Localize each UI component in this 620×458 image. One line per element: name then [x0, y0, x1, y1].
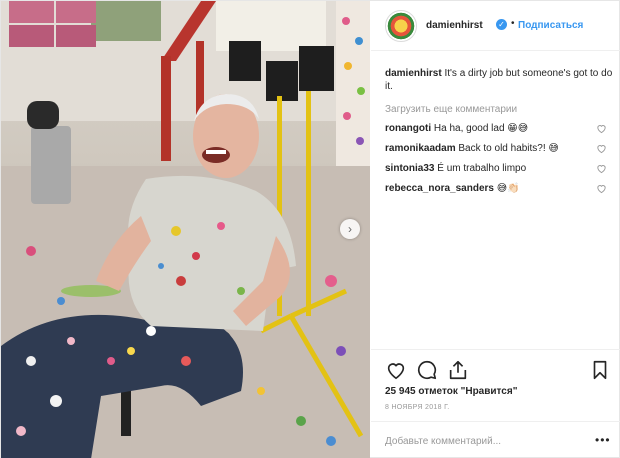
post-sidebar: damienhirst ✓ • Подписаться damienhirst …: [371, 1, 620, 458]
comment-row: sintonia33 É um trabalho limpo: [385, 163, 615, 175]
post-photo[interactable]: ›: [1, 1, 370, 458]
header-separator: •: [511, 18, 515, 29]
heart-icon[interactable]: [596, 143, 607, 154]
comments-list: damienhirst It's a dirty job but someone…: [385, 67, 615, 195]
next-photo-button[interactable]: ›: [340, 219, 360, 239]
add-comment-bar: Добавьте комментарий... •••: [371, 421, 620, 458]
verified-badge-icon: ✓: [496, 19, 507, 30]
header-username[interactable]: damienhirst: [426, 20, 483, 31]
share-icon[interactable]: [447, 359, 469, 381]
actions-bar: [371, 349, 620, 389]
comment-username[interactable]: ronangoti: [385, 123, 431, 134]
caption-username[interactable]: damienhirst: [385, 68, 442, 79]
heart-icon[interactable]: [385, 359, 407, 381]
comment-row: ramonikaadam Back to old habits?! 😅: [385, 143, 615, 155]
comment-icon[interactable]: [416, 359, 438, 381]
comment-text: Back to old habits?! 😅: [458, 143, 559, 154]
comment-username[interactable]: rebecca_nora_sanders: [385, 183, 494, 194]
post-header: damienhirst ✓ • Подписаться: [371, 1, 620, 51]
post-date[interactable]: 8 НОЯБРЯ 2018 Г.: [385, 404, 450, 411]
heart-icon[interactable]: [596, 183, 607, 194]
post-caption: damienhirst It's a dirty job but someone…: [385, 67, 615, 93]
comment-row: rebecca_nora_sanders 😅👏🏻: [385, 183, 615, 195]
chevron-right-icon: ›: [348, 222, 352, 236]
heart-icon[interactable]: [596, 123, 607, 134]
comment-input[interactable]: Добавьте комментарий...: [385, 436, 501, 447]
likes-count[interactable]: 25 945 отметок "Нравится": [385, 386, 517, 397]
follow-button[interactable]: Подписаться: [518, 20, 583, 31]
comment-text: É um trabalho limpo: [437, 163, 527, 174]
load-more-comments-button[interactable]: Загрузить еще комментарии: [385, 104, 615, 115]
more-options-icon[interactable]: •••: [595, 433, 611, 447]
comment-row: ronangoti Ha ha, good lad 😁😅: [385, 123, 615, 135]
bookmark-icon[interactable]: [589, 359, 611, 381]
photo-illustration: [1, 1, 370, 458]
comment-text: Ha ha, good lad 😁😅: [433, 123, 529, 134]
comment-username[interactable]: sintonia33: [385, 163, 434, 174]
heart-icon[interactable]: [596, 163, 607, 174]
avatar[interactable]: [385, 10, 417, 42]
comment-text: 😅👏🏻: [496, 183, 520, 194]
instagram-post: › damienhirst ✓ • Подписаться damienhirs…: [0, 0, 620, 458]
comment-username[interactable]: ramonikaadam: [385, 143, 456, 154]
